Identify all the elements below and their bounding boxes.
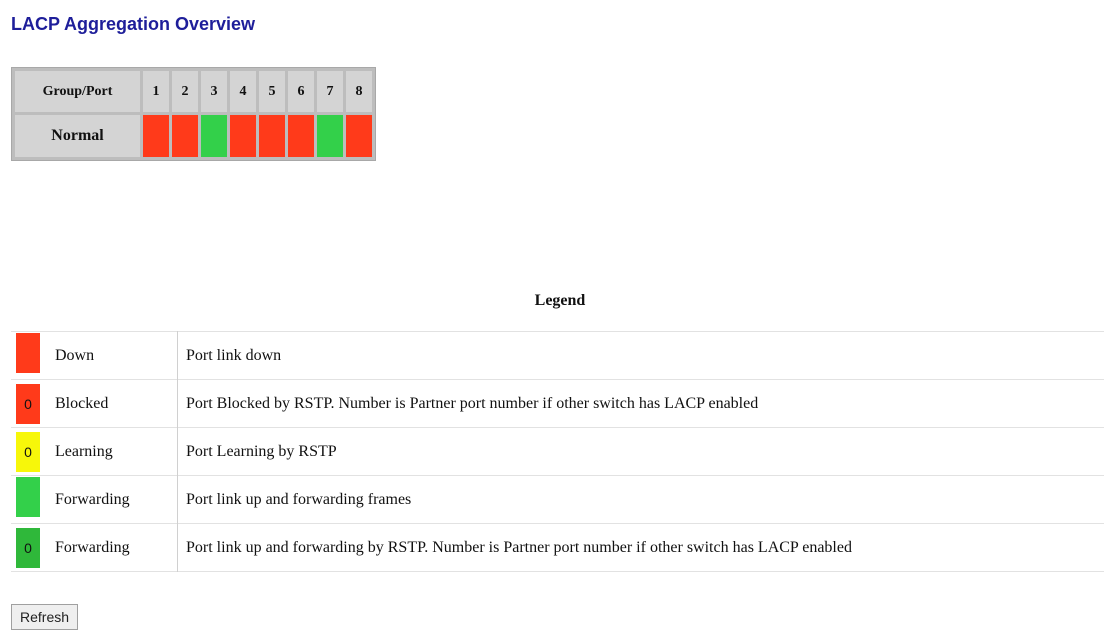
group-row-normal: Normal — [15, 115, 372, 157]
port-header-3: 3 — [201, 71, 227, 112]
port-header-6: 6 — [288, 71, 314, 112]
port-status-8 — [346, 115, 372, 157]
legend-description: Port link up and forwarding frames — [186, 490, 412, 508]
port-header-2: 2 — [172, 71, 198, 112]
port-header-1: 1 — [143, 71, 169, 112]
legend-row-blocked: 0 Blocked Port Blocked by RSTP. Number i… — [11, 379, 1104, 428]
port-status-4 — [230, 115, 256, 157]
port-status-5 — [259, 115, 285, 157]
group-port-header: Group/Port — [15, 71, 140, 112]
legend-swatch: 0 — [16, 527, 40, 568]
legend-title: Legend — [534, 292, 586, 309]
port-header-7: 7 — [317, 71, 343, 112]
legend-description: Port link down — [186, 346, 282, 364]
legend-row-forwarding-rstp: 0 Forwarding Port link up and forwarding… — [11, 523, 1104, 572]
group-name: Normal — [15, 115, 140, 157]
legend-description: Port Learning by RSTP — [186, 442, 337, 460]
port-header-8: 8 — [346, 71, 372, 112]
legend-description: Port link up and forwarding by RSTP. Num… — [186, 538, 852, 556]
port-header-row: Group/Port 1 2 3 4 5 6 7 8 — [15, 71, 372, 112]
port-header-4: 4 — [230, 71, 256, 112]
port-status-3 — [201, 115, 227, 157]
lacp-port-table: Group/Port 1 2 3 4 5 6 7 8 Normal — [11, 67, 376, 161]
legend-row-forwarding: Forwarding Port link up and forwarding f… — [11, 475, 1104, 524]
legend-swatch: 0 — [16, 383, 40, 424]
port-status-6 — [288, 115, 314, 157]
legend-state: Forwarding — [50, 475, 178, 524]
legend-row-learning: 0 Learning Port Learning by RSTP — [11, 427, 1104, 476]
legend-state: Forwarding — [50, 523, 178, 572]
legend-state: Learning — [50, 427, 178, 476]
legend-row-down: Down Port link down — [11, 331, 1104, 380]
page-title: LACP Aggregation Overview — [11, 14, 256, 34]
port-status-7 — [317, 115, 343, 157]
legend-swatch — [16, 477, 40, 517]
port-status-2 — [172, 115, 198, 157]
refresh-button[interactable]: Refresh — [11, 604, 79, 630]
legend-table: Down Port link down 0 Blocked Port Block… — [11, 331, 1104, 572]
legend-description: Port Blocked by RSTP. Number is Partner … — [186, 394, 759, 412]
legend-state: Down — [50, 331, 178, 380]
legend-swatch — [16, 333, 40, 373]
legend-state: Blocked — [50, 379, 178, 428]
port-header-5: 5 — [259, 71, 285, 112]
port-status-1 — [143, 115, 169, 157]
legend-swatch: 0 — [16, 431, 40, 472]
